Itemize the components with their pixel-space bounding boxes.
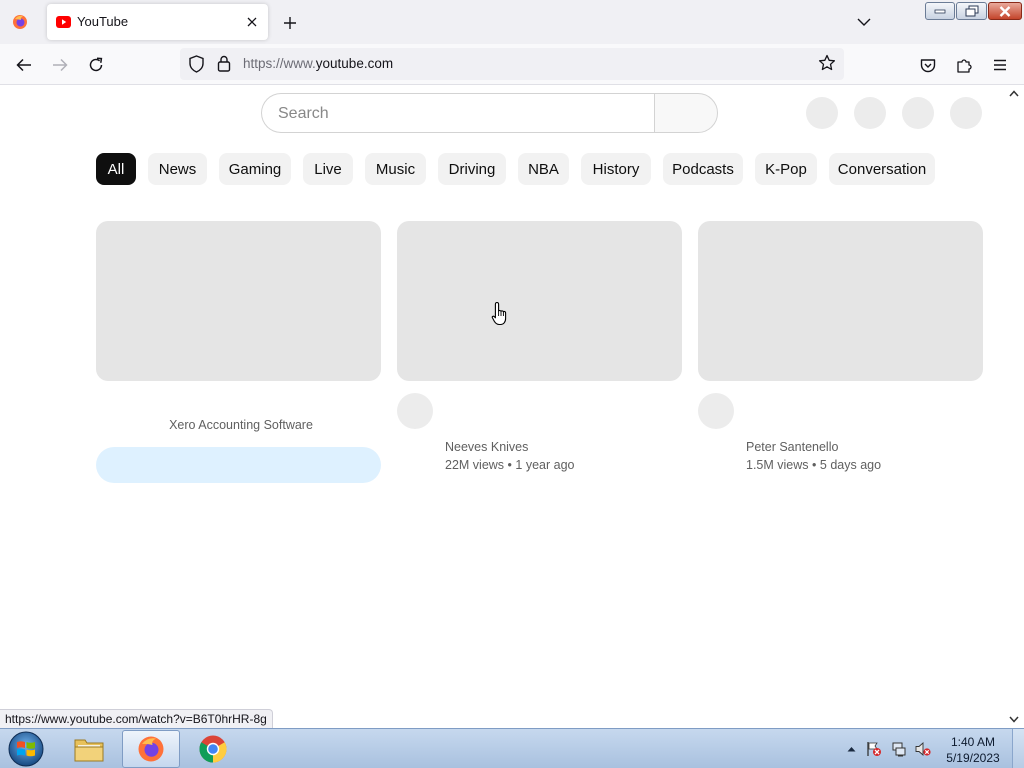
folder-icon	[74, 739, 104, 762]
windows-taskbar: 1:40 AM 5/19/2023	[0, 728, 1024, 768]
show-desktop-button[interactable]	[1012, 729, 1024, 768]
ad-thumbnail[interactable]	[96, 221, 381, 381]
chip-history[interactable]: History	[581, 153, 651, 185]
channel-avatar[interactable]	[397, 393, 433, 429]
show-hidden-icons-arrow-icon[interactable]	[843, 741, 859, 757]
taskbar-firefox[interactable]	[122, 730, 180, 768]
firefox-logo-icon[interactable]	[8, 10, 32, 34]
chip-gaming[interactable]: Gaming	[219, 153, 291, 185]
extensions-puzzle-icon[interactable]	[951, 52, 977, 78]
video-thumbnail[interactable]	[698, 221, 983, 381]
new-tab-plus-icon[interactable]	[278, 11, 302, 35]
hamburger-menu-icon[interactable]	[987, 52, 1013, 78]
chip-conversation[interactable]: Conversation	[829, 153, 935, 185]
pocket-icon[interactable]	[915, 52, 941, 78]
network-icon[interactable]	[891, 741, 907, 757]
apps-button-placeholder[interactable]	[854, 97, 886, 129]
url-domain: youtube.com	[315, 56, 394, 71]
minimize-window-button[interactable]	[925, 2, 955, 20]
restore-window-button[interactable]	[956, 2, 987, 20]
chip-news[interactable]: News	[148, 153, 207, 185]
clock-time: 1:40 AM	[950, 735, 996, 749]
search-input[interactable]	[278, 103, 638, 125]
meta-separator: •	[812, 458, 817, 472]
chip-live[interactable]: Live	[303, 153, 353, 185]
tab-strip: YouTube	[0, 0, 1024, 44]
windows-logo-icon	[8, 731, 44, 767]
scroll-down-arrow-icon[interactable]	[1007, 712, 1021, 726]
bookmark-star-icon[interactable]	[818, 54, 836, 77]
view-count: 1.5M views	[746, 458, 809, 472]
upload-age: 5 days ago	[819, 458, 882, 472]
chip-driving[interactable]: Driving	[438, 153, 506, 185]
firefox-window: { "browser": { "tab": { "title": "YouTub…	[0, 0, 1024, 768]
tab-youtube[interactable]: YouTube	[47, 4, 268, 40]
chrome-icon	[199, 735, 227, 763]
video-metadata: 22M views • 1 year ago	[445, 458, 574, 472]
status-link-preview: https://www.youtube.com/watch?v=B6T0hrHR…	[0, 709, 273, 728]
chip-k-pop[interactable]: K-Pop	[755, 153, 817, 185]
taskbar-windows-explorer[interactable]	[60, 730, 118, 768]
meta-separator: •	[507, 458, 512, 472]
lock-icon[interactable]	[217, 55, 231, 77]
start-button[interactable]	[4, 730, 48, 768]
search-button[interactable]	[654, 93, 718, 133]
list-all-tabs-chevron-down-icon[interactable]	[852, 10, 876, 34]
taskbar-chrome[interactable]	[184, 730, 242, 768]
close-window-button[interactable]	[988, 2, 1022, 20]
volume-muted-icon[interactable]	[915, 741, 931, 757]
ad-advertiser-name[interactable]: Xero Accounting Software	[96, 418, 386, 432]
firefox-icon	[138, 736, 164, 762]
hand-pointer-cursor-icon	[491, 301, 507, 326]
channel-avatar[interactable]	[698, 393, 734, 429]
tracking-protection-shield-icon[interactable]	[188, 55, 205, 78]
navigation-toolbar: https://www.youtube.com	[0, 44, 1024, 85]
chip-podcasts[interactable]: Podcasts	[663, 153, 743, 185]
ad-call-to-action-button[interactable]	[96, 447, 381, 483]
system-clock[interactable]: 1:40 AM 5/19/2023	[940, 734, 1006, 766]
youtube-favicon-icon	[56, 15, 71, 28]
scroll-up-arrow-icon[interactable]	[1007, 86, 1021, 100]
channel-name[interactable]: Peter Santenello	[746, 440, 838, 454]
close-tab-icon[interactable]	[242, 12, 262, 32]
chip-all[interactable]: All	[96, 153, 136, 185]
forward-arrow-icon[interactable]	[47, 52, 73, 78]
video-metadata: 1.5M views • 5 days ago	[746, 458, 881, 472]
url-text[interactable]: https://www.youtube.com	[243, 56, 393, 71]
view-count: 22M views	[445, 458, 505, 472]
url-prefix: https://www.	[243, 56, 316, 71]
upload-age: 1 year ago	[515, 458, 575, 472]
action-center-flag-icon[interactable]	[866, 741, 882, 757]
clock-date: 5/19/2023	[946, 751, 1000, 765]
chip-music[interactable]: Music	[365, 153, 426, 185]
tab-title: YouTube	[77, 14, 129, 29]
address-bar[interactable]: https://www.youtube.com	[180, 48, 844, 80]
chip-nba[interactable]: NBA	[518, 153, 569, 185]
account-avatar-placeholder[interactable]	[950, 97, 982, 129]
notifications-button-placeholder[interactable]	[902, 97, 934, 129]
reload-icon[interactable]	[83, 52, 109, 78]
back-arrow-icon[interactable]	[11, 52, 37, 78]
channel-name[interactable]: Neeves Knives	[445, 440, 528, 454]
create-button-placeholder[interactable]	[806, 97, 838, 129]
video-thumbnail[interactable]	[397, 221, 682, 381]
search-box	[261, 93, 655, 133]
